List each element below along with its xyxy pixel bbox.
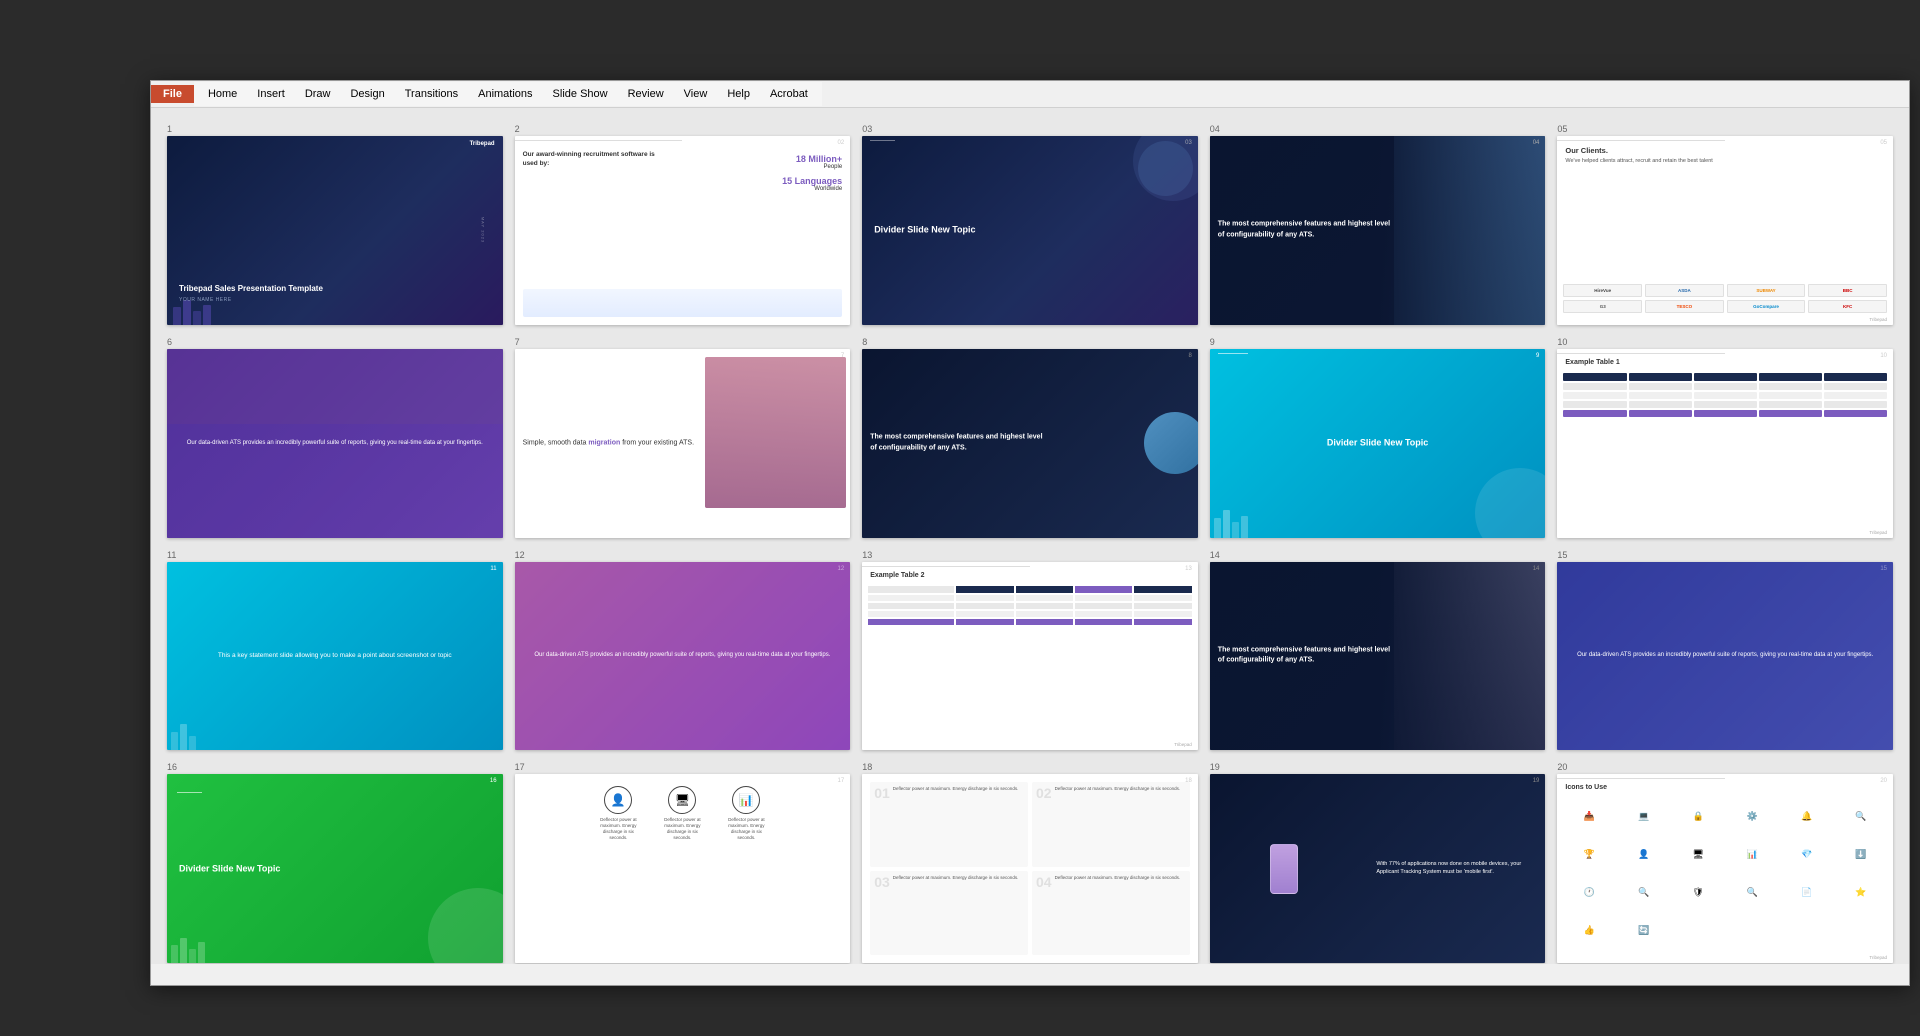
slide-num-12: 12 — [515, 550, 851, 560]
slide-19-text: With 77% of applications now done on mob… — [1376, 860, 1537, 878]
slide-1-subtitle: YOUR NAME HERE — [179, 297, 323, 303]
slide-num-4: 04 — [1210, 124, 1546, 134]
slide-container-6: 6 Our data-driven ATS provides an incred… — [167, 337, 503, 538]
slide-num-3: 03 — [862, 124, 1198, 134]
slide-thumb-2[interactable]: 02 Our award-winning recruitment softwar… — [515, 136, 851, 325]
slide-container-8: 8 8 The most comprehensive features and … — [862, 337, 1198, 538]
slide-16-text: Divider Slide New Topic — [179, 862, 280, 875]
slide-7-text3: from your existing ATS. — [622, 440, 694, 447]
slide-4-text: The most comprehensive features and high… — [1218, 220, 1393, 241]
powerpoint-window: File Home Insert Draw Design Transitions… — [150, 80, 1910, 986]
slide-container-14: 14 14 The most comprehensive features an… — [1210, 550, 1546, 751]
slide-thumb-10[interactable]: 10 Example Table 1 — [1557, 349, 1893, 538]
menu-animations[interactable]: Animations — [468, 85, 542, 103]
slide-num-14: 14 — [1210, 550, 1546, 560]
menu-slideshow[interactable]: Slide Show — [543, 85, 618, 103]
file-tab[interactable]: File — [151, 85, 194, 103]
slide-20-title: Icons to Use — [1565, 784, 1607, 791]
slide-container-20: 20 20 Icons to Use 📥 💻 🔒 ⚙️ 🔔 🔍 🏆 — [1557, 762, 1893, 963]
slide-7-text1: Simple, smooth data — [523, 440, 587, 447]
slide-container-2: 2 02 Our award-winning recruitment softw… — [515, 124, 851, 325]
slide-8-text: The most comprehensive features and high… — [870, 433, 1045, 454]
slide-container-17: 17 17 👤 Deflector power at maximum. Ener… — [515, 762, 851, 963]
slide-num-19: 19 — [1210, 762, 1546, 772]
slide-container-10: 10 10 Example Table 1 — [1557, 337, 1893, 538]
slide-container-13: 13 13 Example Table 2 — [862, 550, 1198, 751]
slide-num-6: 6 — [167, 337, 503, 347]
slide-num-10: 10 — [1557, 337, 1893, 347]
slide-container-11: 11 11 This a key statement slide allowin… — [167, 550, 503, 751]
slide-12-text: Our data-driven ATS provides an incredib… — [534, 651, 830, 660]
slide-num-20: 20 — [1557, 762, 1893, 772]
slide-num-9: 9 — [1210, 337, 1546, 347]
slide-num-13: 13 — [862, 550, 1198, 560]
slide-3-text: Divider Slide New Topic — [874, 224, 975, 237]
slide-thumb-13[interactable]: 13 Example Table 2 — [862, 562, 1198, 751]
slide-thumb-20[interactable]: 20 Icons to Use 📥 💻 🔒 ⚙️ 🔔 🔍 🏆 👤 🖥 — [1557, 774, 1893, 963]
slide-thumb-17[interactable]: 17 👤 Deflector power at maximum. Energy … — [515, 774, 851, 963]
slide-num-2: 2 — [515, 124, 851, 134]
slide-num-15: 15 — [1557, 550, 1893, 560]
slide-container-16: 16 16 Divider Slide New Topic — [167, 762, 503, 963]
menu-acrobat[interactable]: Acrobat — [760, 85, 818, 103]
slide-num-11: 11 — [167, 550, 503, 560]
slide-container-12: 12 12 Our data-driven ATS provides an in… — [515, 550, 851, 751]
slide-11-text: This a key statement slide allowing you … — [201, 651, 469, 661]
slide-container-4: 04 04 The most comprehensive features an… — [1210, 124, 1546, 325]
menu-home[interactable]: Home — [198, 85, 247, 103]
slide-num-18: 18 — [862, 762, 1198, 772]
menu-help[interactable]: Help — [717, 85, 760, 103]
slide-num-1: 1 — [167, 124, 503, 134]
slide-num-5: 05 — [1557, 124, 1893, 134]
slide-thumb-7[interactable]: 7 Simple, smooth data migration from you… — [515, 349, 851, 538]
slide-container-3: 03 03 Divider Slide New Topic — [862, 124, 1198, 325]
slide-num-7: 7 — [515, 337, 851, 347]
slide-thumb-14[interactable]: 14 The most comprehensive features and h… — [1210, 562, 1546, 751]
menu-insert[interactable]: Insert — [247, 85, 295, 103]
slide-container-1: 1 MAY 2023 Tribepad Tri — [167, 124, 503, 325]
slide-14-text: The most comprehensive features and high… — [1218, 645, 1393, 666]
slide-5-title: Our Clients. — [1565, 146, 1608, 155]
slide-container-15: 15 15 Our data-driven ATS provides an in… — [1557, 550, 1893, 751]
slide-thumb-15[interactable]: 15 Our data-driven ATS provides an incre… — [1557, 562, 1893, 751]
slide-thumb-1[interactable]: MAY 2023 Tribepad Tribepad Sales Present… — [167, 136, 503, 325]
slide-container-5: 05 05 Our Clients. We've helped clients … — [1557, 124, 1893, 325]
slide-thumb-18[interactable]: 18 01 Deflector power at maximum. Energy… — [862, 774, 1198, 963]
slide-thumb-11[interactable]: 11 This a key statement slide allowing y… — [167, 562, 503, 751]
slide-9-text: Divider Slide New Topic — [1327, 437, 1428, 450]
slide-container-19: 19 19 With 77% of applications now done … — [1210, 762, 1546, 963]
slide-6-text: Our data-driven ATS provides an incredib… — [187, 439, 483, 448]
slide-thumb-4[interactable]: 04 The most comprehensive features and h… — [1210, 136, 1546, 325]
menu-view[interactable]: View — [674, 85, 718, 103]
slides-panel: 1 MAY 2023 Tribepad Tri — [151, 108, 1909, 964]
slide-10-title: Example Table 1 — [1565, 359, 1619, 366]
slide-thumb-9[interactable]: 9 Divider Slide New Topic — [1210, 349, 1546, 538]
slide-2-headline: Our award-winning recruitment software i… — [523, 150, 664, 168]
menu-design[interactable]: Design — [340, 85, 394, 103]
slide-thumb-12[interactable]: 12 Our data-driven ATS provides an incre… — [515, 562, 851, 751]
ribbon: File Home Insert Draw Design Transitions… — [151, 81, 1909, 108]
slide-container-18: 18 18 01 Deflector power at maximum. Ene… — [862, 762, 1198, 963]
slide-thumb-3[interactable]: 03 Divider Slide New Topic — [862, 136, 1198, 325]
slide-container-9: 9 9 Divider Slide New Topic — [1210, 337, 1546, 538]
slide-thumb-6[interactable]: Our data-driven ATS provides an incredib… — [167, 349, 503, 538]
menu-review[interactable]: Review — [618, 85, 674, 103]
menu-transitions[interactable]: Transitions — [395, 85, 468, 103]
menu-draw[interactable]: Draw — [295, 85, 341, 103]
slide-container-7: 7 7 Simple, smooth data migration from y… — [515, 337, 851, 538]
slide-13-title: Example Table 2 — [870, 572, 924, 579]
slide-15-text: Our data-driven ATS provides an incredib… — [1577, 651, 1873, 660]
slide-num-8: 8 — [862, 337, 1198, 347]
slide-thumb-19[interactable]: 19 With 77% of applications now done on … — [1210, 774, 1546, 963]
slide-num-17: 17 — [515, 762, 851, 772]
slide-7-text2: migration — [588, 440, 620, 447]
slide-thumb-16[interactable]: 16 Divider Slide New Topic — [167, 774, 503, 963]
slide-thumb-5[interactable]: 05 Our Clients. We've helped clients att… — [1557, 136, 1893, 325]
slide-1-title: Tribepad Sales Presentation Template — [179, 284, 323, 294]
slide-5-subtitle: We've helped clients attract, recruit an… — [1565, 158, 1833, 164]
slide-num-16: 16 — [167, 762, 503, 772]
slide-thumb-8[interactable]: 8 The most comprehensive features and hi… — [862, 349, 1198, 538]
menu-tabs: Home Insert Draw Design Transitions Anim… — [194, 82, 822, 106]
